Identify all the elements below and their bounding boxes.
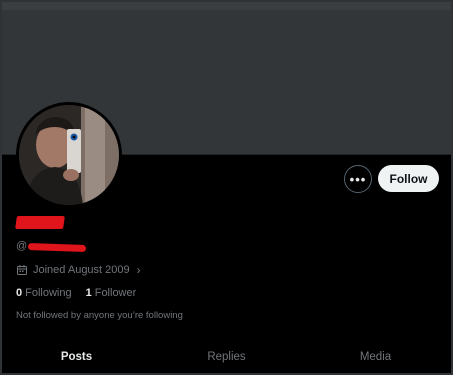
follow-stats: 0 Following 1 Follower [16, 287, 136, 299]
tab-replies[interactable]: Replies [190, 338, 263, 373]
not-followed-notice: Not followed by anyone you’re following [16, 310, 183, 321]
calendar-icon [17, 265, 27, 275]
more-options-button[interactable]: ••• [344, 165, 372, 193]
followers-link[interactable]: 1 Follower [86, 287, 137, 299]
ellipsis-icon: ••• [349, 171, 367, 187]
profile-tabs: Posts Replies Media [2, 338, 451, 373]
display-name-redaction [15, 216, 65, 229]
avatar-photo [19, 105, 119, 205]
following-label: Following [25, 287, 72, 299]
profile-page: ••• Follow @ Joined August 2009 › 0 Follo… [0, 0, 453, 375]
following-count: 0 [16, 287, 23, 299]
banner-top-strip [2, 2, 451, 10]
followers-label: Follower [94, 287, 137, 299]
joined-text: Joined August 2009 [33, 264, 130, 276]
handle: @ [16, 240, 28, 252]
joined-date[interactable]: Joined August 2009 › [16, 263, 141, 277]
handle-redaction [27, 242, 87, 253]
following-link[interactable]: 0 Following [16, 287, 72, 299]
follow-button[interactable]: Follow [378, 165, 439, 192]
tab-media[interactable]: Media [339, 338, 412, 373]
tab-posts[interactable]: Posts [40, 338, 113, 373]
followers-count: 1 [85, 287, 92, 299]
chevron-right-icon: › [136, 263, 141, 277]
avatar[interactable] [16, 102, 122, 208]
